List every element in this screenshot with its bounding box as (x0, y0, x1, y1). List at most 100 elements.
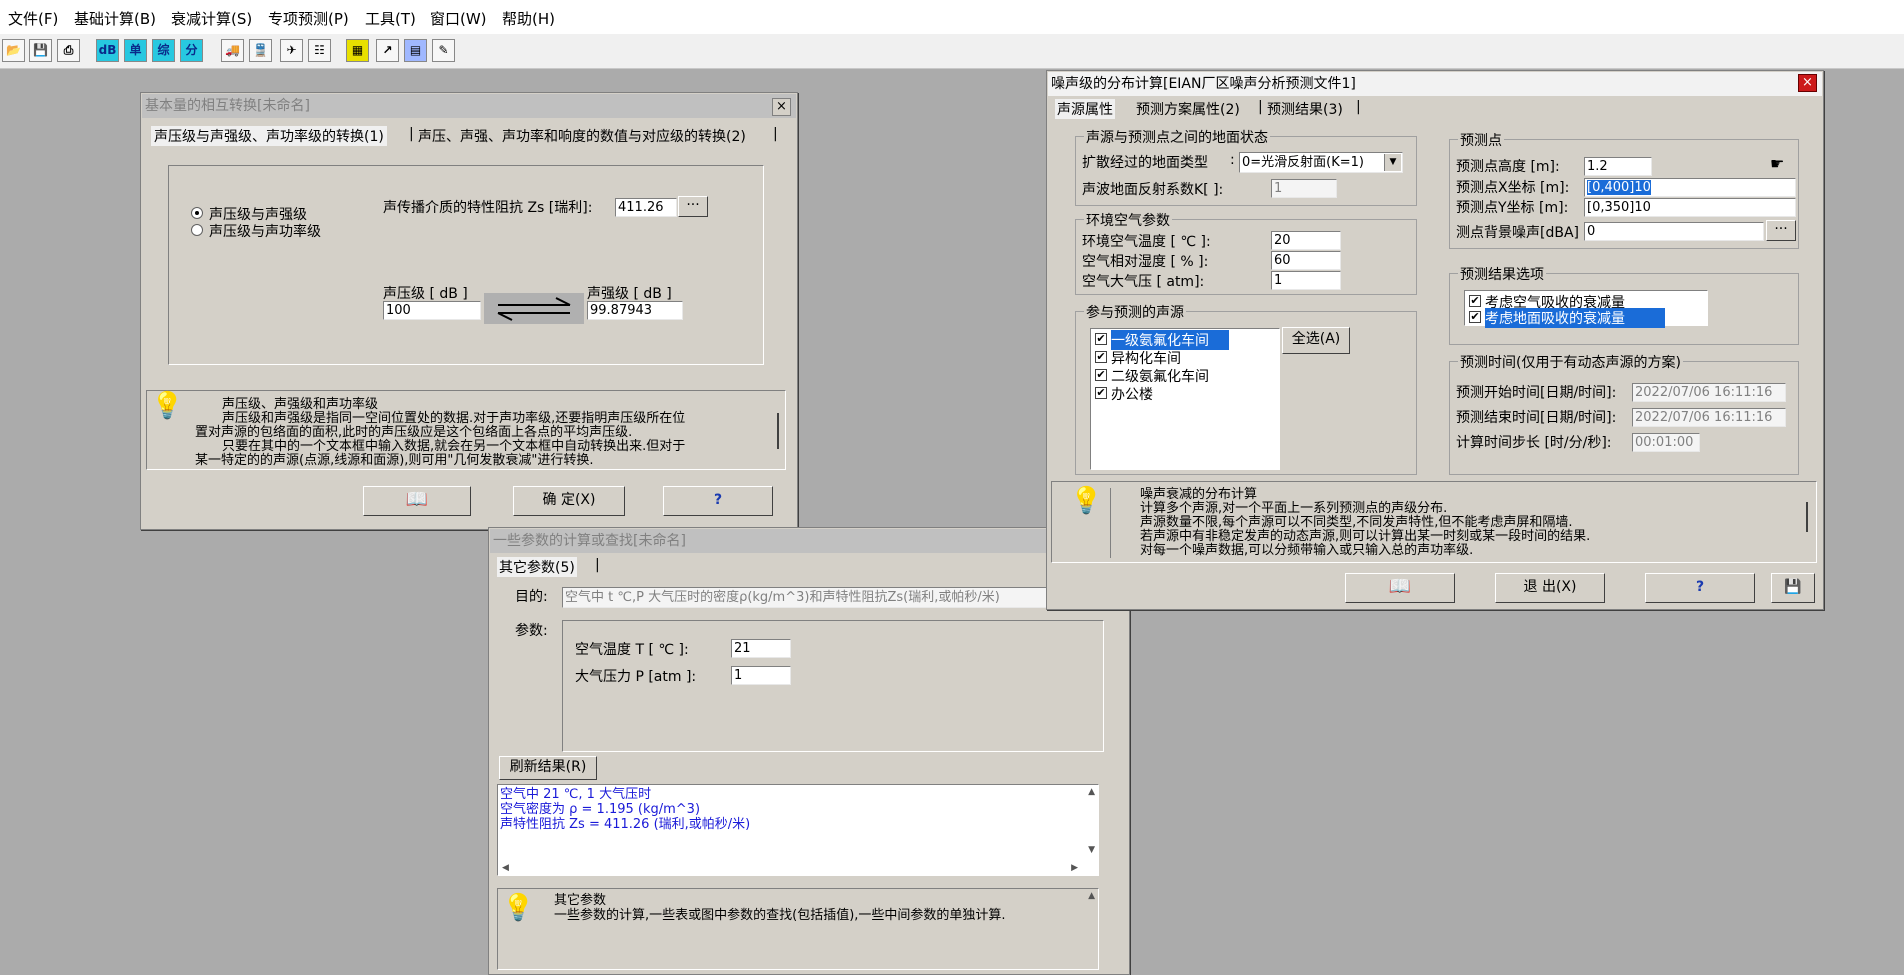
env-temp-input[interactable]: 20 (1271, 231, 1341, 250)
vehicle-icon[interactable]: 🚚 (221, 39, 244, 62)
menu-special-prediction[interactable]: 专项预测(P) (268, 8, 349, 29)
radio-spl-sil[interactable] (191, 207, 203, 219)
info-divider (1110, 488, 1111, 558)
result-options-list: ✔ 考虑空气吸收的衰减量 ✔ 考虑地面吸收的衰减量 (1464, 290, 1708, 328)
end-time-input[interactable]: 2022/07/06 16:11:16 (1632, 408, 1786, 427)
chevron-down-icon[interactable]: ▼ (1384, 154, 1401, 171)
open-folder-icon[interactable]: 📂 (2, 39, 25, 62)
pressure-label: 大气压力 P [atm ]: (575, 669, 697, 685)
x-coord-label: 预测点X坐标 [m]: (1456, 180, 1570, 196)
scroll-up-icon[interactable]: ▲ (1088, 787, 1095, 797)
menu-window[interactable]: 窗口(W) (430, 8, 487, 29)
ground-type-select[interactable]: 0=光滑反射面(K=1) ▼ (1239, 152, 1403, 173)
basic-conversion-title[interactable]: 基本量的相互转换[未命名] (142, 94, 796, 118)
edit-icon[interactable]: ✎ (432, 39, 455, 62)
tab-level-conversion[interactable]: 声压级与声强级、声功率级的转换(1) (151, 126, 387, 146)
reflect-label: 声波地面反射系数K[ ]: (1082, 182, 1224, 198)
info-line: 某一特定的的声源(点源,线源和面源),则可用"几何发散衰减"进行转换. (195, 453, 594, 468)
start-time-input[interactable]: 2022/07/06 16:11:16 (1632, 383, 1786, 402)
radio-spl-swl[interactable] (191, 224, 203, 236)
list-item[interactable]: 一级氨氟化车间 (1111, 330, 1229, 350)
background-noise-input[interactable]: 0 (1584, 222, 1764, 241)
menu-tools[interactable]: 工具(T) (365, 8, 416, 29)
refresh-button[interactable]: 刷新结果(R) (499, 756, 597, 780)
time-step-input[interactable]: 00:01:00 (1632, 433, 1700, 452)
tab-other-params[interactable]: 其它参数(5) (497, 557, 577, 577)
print-icon[interactable]: ⎙ (57, 39, 80, 62)
source-checkbox[interactable]: ✔ (1095, 369, 1107, 381)
combined-button[interactable]: 综 (152, 39, 175, 62)
close-icon[interactable]: × (1798, 74, 1817, 92)
height-input[interactable]: 1.2 (1584, 157, 1652, 176)
single-button[interactable]: 单 (124, 39, 147, 62)
train-icon[interactable]: 🚆 (249, 39, 272, 62)
menu-attenuation-calc[interactable]: 衰减计算(S) (171, 8, 252, 29)
menu-basic-calc[interactable]: 基础计算(B) (74, 8, 156, 29)
scroll-right-icon[interactable]: ▶ (1071, 863, 1078, 873)
list-item[interactable]: 二级氨氟化车间 (1111, 366, 1209, 386)
background-noise-more-button[interactable]: ··· (1766, 220, 1796, 241)
ground-absorption-checkbox[interactable]: ✔ (1469, 311, 1481, 323)
tab-value-conversion[interactable]: 声压、声强、声功率和响度的数值与对应级的转换(2) (418, 126, 746, 146)
save-button[interactable]: 💾 (1771, 573, 1815, 603)
pressure-input[interactable]: 1 (731, 666, 791, 685)
humidity-input[interactable]: 60 (1271, 251, 1341, 270)
close-icon[interactable]: × (772, 98, 791, 116)
ok-button[interactable]: 确 定(X) (513, 486, 625, 516)
tab-source-properties[interactable]: 声源属性 (1055, 99, 1115, 119)
sil-input[interactable]: 99.87943 (587, 301, 683, 320)
sources-list: ✔ 一级氨氟化车间 ✔ 异构化车间 ✔ 二级氨氟化车间 ✔ 办公楼 (1090, 328, 1280, 470)
manual-button[interactable]: 📖 (1345, 573, 1455, 603)
info-scrollbar[interactable] (777, 413, 779, 449)
exit-button[interactable]: 退 出(X) (1495, 573, 1605, 603)
menu-bar: 文件(F) 基础计算(B) 衰减计算(S) 专项预测(P) 工具(T) 窗口(W… (0, 0, 1904, 35)
background-noise-label: 测点背景噪声[dBA] (1456, 225, 1579, 241)
help-button[interactable]: ? (1645, 573, 1755, 603)
spl-input[interactable]: 100 (383, 301, 481, 320)
save-icon[interactable]: 💾 (29, 39, 52, 62)
result-line: 声特性阻抗 Zs = 411.26 (瑞利,或帕秒/米) (500, 817, 751, 832)
chart-icon[interactable]: ☷ (308, 39, 331, 62)
line-chart-icon[interactable]: ↗ (376, 39, 399, 62)
ground-type-value: 0=光滑反射面(K=1) (1242, 155, 1364, 170)
x-coord-input[interactable]: [0,400]10 (1584, 178, 1796, 197)
select-all-button[interactable]: 全选(A) (1282, 327, 1350, 354)
humidity-label: 空气相对湿度 [ % ]: (1082, 254, 1209, 270)
reflect-input[interactable]: 1 (1271, 179, 1337, 198)
scroll-down-icon[interactable]: ▼ (1088, 845, 1095, 855)
list-item[interactable]: 办公楼 (1111, 384, 1153, 404)
parameter-calc-title[interactable]: 一些参数的计算或查找[未命名] (490, 529, 1128, 553)
scroll-left-icon[interactable]: ◀ (502, 863, 509, 873)
source-checkbox[interactable]: ✔ (1095, 351, 1107, 363)
info-scrollbar[interactable] (1806, 502, 1808, 532)
source-checkbox[interactable]: ✔ (1095, 387, 1107, 399)
manual-button[interactable]: 📖 (363, 486, 471, 516)
grid-icon[interactable]: ▦ (346, 39, 369, 62)
air-absorption-checkbox[interactable]: ✔ (1469, 295, 1481, 307)
menu-help[interactable]: 帮助(H) (502, 8, 555, 29)
convert-arrows-icon (484, 293, 584, 324)
atm-input[interactable]: 1 (1271, 271, 1341, 290)
tab-scheme-properties[interactable]: 预测方案属性(2) (1136, 99, 1240, 119)
results-box: 空气中 21 ℃, 1 大气压时 空气密度为 ρ = 1.195 (kg/m^3… (497, 784, 1099, 876)
impedance-input[interactable]: 411.26 (615, 198, 677, 217)
monitor-icon[interactable]: ▤ (404, 39, 427, 62)
purpose-field[interactable]: 空气中 t ℃,P 大气压时的密度ρ(kg/m^3)和声特性阻抗Zs(瑞利,或帕… (562, 587, 1056, 608)
source-checkbox[interactable]: ✔ (1095, 333, 1107, 345)
db-button[interactable]: dB (96, 39, 119, 62)
ground-type-label: 扩散经过的地面类型 (1082, 155, 1208, 171)
purpose-label: 目的: (515, 589, 548, 605)
list-item[interactable]: 异构化车间 (1111, 348, 1181, 368)
aircraft-icon[interactable]: ✈ (280, 39, 303, 62)
noise-distribution-title[interactable]: 噪声级的分布计算[EIAN厂区噪声分析预测文件1] (1048, 72, 1822, 96)
impedance-more-button[interactable]: ··· (678, 196, 708, 217)
distribution-button[interactable]: 分 (180, 39, 203, 62)
hand-pointer-icon[interactable]: ☛ (1770, 154, 1784, 173)
help-icon: ? (1695, 579, 1705, 595)
menu-file[interactable]: 文件(F) (8, 8, 58, 29)
scroll-up-icon[interactable]: ▲ (1088, 891, 1095, 901)
tab-prediction-results[interactable]: 预测结果(3) (1267, 99, 1343, 119)
temp-input[interactable]: 21 (731, 639, 791, 658)
help-button[interactable]: ? (663, 486, 773, 516)
y-coord-input[interactable]: [0,350]10 (1584, 198, 1796, 217)
